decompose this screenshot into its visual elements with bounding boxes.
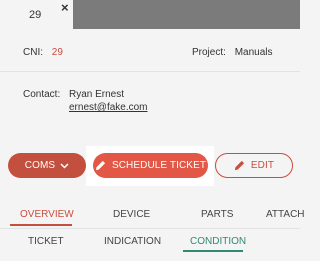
window-topbar: 29 ×: [0, 0, 300, 29]
active-tab-underline: [10, 224, 72, 226]
contact-email-link[interactable]: ernest@fake.com: [69, 102, 148, 113]
tab-29[interactable]: 29 ×: [0, 0, 73, 29]
section-divider: [0, 71, 300, 72]
tab-overview[interactable]: OVERVIEW: [20, 209, 74, 220]
pencil-icon: [95, 160, 106, 171]
tab-parts[interactable]: PARTS: [201, 209, 233, 220]
project-value: Manuals: [234, 47, 273, 58]
cni-row: CNI: 29: [23, 47, 63, 58]
tab-device[interactable]: DEVICE: [113, 209, 150, 220]
schedule-ticket-button[interactable]: SCHEDULE TICKET: [93, 153, 208, 178]
subtab-condition[interactable]: CONDITION: [190, 236, 246, 247]
edit-button[interactable]: EDIT: [215, 153, 293, 178]
coms-button[interactable]: COMS: [8, 153, 86, 178]
sub-nav: TICKET INDICATION CONDITION: [0, 228, 300, 253]
schedule-ticket-label: SCHEDULE TICKET: [111, 160, 207, 171]
tab-attach[interactable]: ATTACH: [266, 209, 305, 220]
cni-value: 29: [51, 47, 63, 58]
subtab-ticket[interactable]: TICKET: [28, 236, 64, 247]
project-label: Project:: [192, 47, 226, 58]
tab-label: 29: [29, 9, 42, 21]
coms-button-label: COMS: [24, 160, 56, 171]
contact-name: Ryan Ernest: [69, 89, 125, 100]
pencil-icon: [234, 160, 244, 171]
edit-button-label: EDIT: [250, 160, 275, 171]
chevron-down-icon: [60, 162, 69, 169]
close-icon[interactable]: ×: [61, 1, 69, 14]
subtab-indication[interactable]: INDICATION: [104, 236, 161, 247]
project-row: Project: Manuals: [192, 47, 273, 58]
cni-label: CNI:: [23, 47, 43, 58]
active-subtab-underline: [183, 250, 243, 252]
main-nav: OVERVIEW DEVICE PARTS ATTACH: [0, 202, 305, 226]
contact-label: Contact:: [23, 89, 61, 100]
